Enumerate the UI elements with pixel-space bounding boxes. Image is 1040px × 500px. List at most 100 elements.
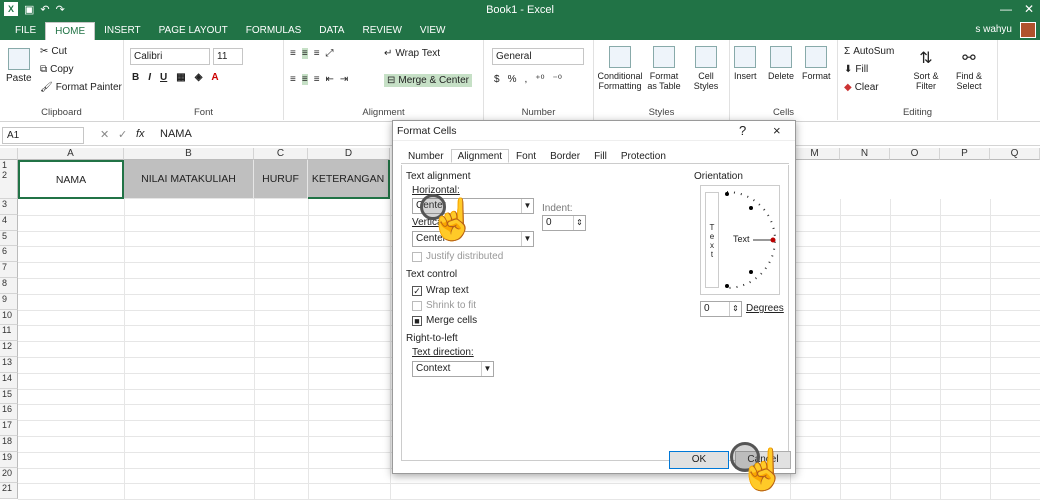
orientation-dial-icon[interactable] <box>723 190 779 290</box>
column-header-p[interactable]: P <box>940 148 990 160</box>
function-icon[interactable]: fx <box>136 128 145 140</box>
row-header[interactable]: 20 <box>0 467 18 484</box>
paste-button[interactable]: Paste <box>6 48 32 84</box>
font-color-icon[interactable]: A <box>211 72 218 83</box>
underline-icon[interactable]: U <box>160 72 167 83</box>
sort-filter-button[interactable]: ⇅ Sort & Filter <box>906 48 946 91</box>
column-header-o[interactable]: O <box>890 148 940 160</box>
row-header[interactable]: 7 <box>0 262 18 278</box>
indent-stepper[interactable]: 0 ⇕ <box>542 215 586 231</box>
column-header-q[interactable]: Q <box>990 148 1040 160</box>
tab-insert[interactable]: INSERT <box>95 22 150 40</box>
enter-formula-icon[interactable]: ✓ <box>118 128 127 141</box>
find-select-button[interactable]: ⚯ Find & Select <box>948 48 990 91</box>
row-header[interactable]: 16 <box>0 404 18 421</box>
row-header[interactable]: 21 <box>0 483 18 500</box>
fill-color-icon[interactable]: ◈ <box>195 72 203 83</box>
autosum-button[interactable]: Σ AutoSum <box>844 46 894 57</box>
font-name-select[interactable]: Calibri <box>130 48 210 65</box>
row-header[interactable]: 18 <box>0 436 18 452</box>
tab-font[interactable]: Font <box>509 149 543 163</box>
minimize-icon[interactable]: — <box>1000 2 1012 16</box>
user-name[interactable]: s wahyu <box>975 24 1012 35</box>
row-header[interactable]: 12 <box>0 341 18 357</box>
decrease-decimal-icon[interactable]: ⁻⁰ <box>553 74 562 85</box>
cell-styles-button[interactable]: Cell Styles <box>688 46 724 91</box>
align-top-icon[interactable]: ≡ <box>290 48 296 59</box>
tab-data[interactable]: DATA <box>310 22 353 40</box>
align-center-icon[interactable]: ≡ <box>301 74 308 85</box>
row-header[interactable]: 3 <box>0 199 18 215</box>
row-header[interactable]: 15 <box>0 388 18 405</box>
shrink-to-fit-checkbox[interactable]: Shrink to fit <box>412 300 476 311</box>
orientation-control[interactable]: T e x t Text <box>700 185 780 295</box>
row-header[interactable]: 9 <box>0 293 18 310</box>
column-header-m[interactable]: M <box>790 148 840 160</box>
row-header[interactable]: 6 <box>0 246 18 263</box>
column-header-b[interactable]: B <box>124 148 254 160</box>
currency-icon[interactable]: $ <box>494 74 500 85</box>
number-format-select[interactable]: General <box>492 48 584 65</box>
row-header[interactable]: 19 <box>0 451 18 468</box>
tab-border[interactable]: Border <box>543 149 587 163</box>
row-header[interactable]: 13 <box>0 357 18 373</box>
border-icon[interactable]: ▦ <box>176 72 185 83</box>
align-right-icon[interactable]: ≡ <box>314 74 320 85</box>
column-header-a[interactable]: A <box>18 148 124 160</box>
tab-file[interactable]: FILE <box>6 22 45 40</box>
orientation-icon[interactable]: ⤢ <box>326 48 334 59</box>
column-header-n[interactable]: N <box>840 148 890 160</box>
cell-a1[interactable]: NAMA <box>18 160 124 199</box>
increase-decimal-icon[interactable]: ⁺⁰ <box>535 74 544 85</box>
row-header[interactable]: 14 <box>0 372 18 389</box>
row-header[interactable]: 17 <box>0 420 18 436</box>
close-window-icon[interactable]: ✕ <box>1024 2 1034 16</box>
row-header[interactable]: 5 <box>0 230 18 247</box>
conditional-formatting-button[interactable]: Conditional Formatting <box>597 46 643 91</box>
delete-button[interactable]: Delete <box>768 46 794 81</box>
font-size-select[interactable]: 11 <box>213 48 243 65</box>
ok-button[interactable]: OK <box>669 451 729 469</box>
insert-button[interactable]: Insert <box>734 46 757 81</box>
row-header-1-2[interactable]: 12 <box>0 160 18 199</box>
merge-center-button[interactable]: ⊟ Merge & Center <box>384 74 472 87</box>
tab-fill[interactable]: Fill <box>587 149 614 163</box>
bold-icon[interactable]: B <box>132 72 139 83</box>
row-header[interactable]: 11 <box>0 325 18 342</box>
decrease-indent-icon[interactable]: ⇤ <box>326 74 334 85</box>
merge-cells-checkbox[interactable]: ■ Merge cells <box>412 315 477 326</box>
tab-view[interactable]: VIEW <box>411 22 455 40</box>
percent-icon[interactable]: % <box>508 74 517 85</box>
tab-review[interactable]: REVIEW <box>353 22 410 40</box>
tab-home[interactable]: HOME <box>45 22 96 40</box>
justify-distributed-checkbox[interactable]: Justify distributed <box>412 251 503 262</box>
wrap-text-button[interactable]: ↵ Wrap Text <box>384 48 440 59</box>
align-left-icon[interactable]: ≡ <box>290 74 296 85</box>
name-box[interactable]: A1 <box>2 127 84 144</box>
tab-alignment[interactable]: Alignment <box>450 149 510 163</box>
tab-page-layout[interactable]: PAGE LAYOUT <box>150 22 237 40</box>
cut-button[interactable]: ✂ Cut <box>40 46 67 57</box>
wrap-text-checkbox[interactable]: ✓ Wrap text <box>412 285 469 296</box>
clear-button[interactable]: ◆ Clear <box>844 82 879 93</box>
select-all-corner[interactable] <box>0 148 18 160</box>
copy-button[interactable]: ⧉ Copy <box>40 64 74 75</box>
degrees-stepper[interactable]: 0 ⇕ <box>700 301 742 317</box>
row-header[interactable]: 10 <box>0 309 18 326</box>
comma-icon[interactable]: , <box>524 74 527 85</box>
align-middle-icon[interactable]: ≡ <box>301 48 308 59</box>
formula-input[interactable]: NAMA <box>160 128 192 140</box>
avatar[interactable] <box>1020 22 1036 38</box>
column-header-c[interactable]: C <box>254 148 308 160</box>
format-painter-button[interactable]: 🖌 Format Painter <box>40 82 122 93</box>
tab-number[interactable]: Number <box>401 149 451 163</box>
format-button[interactable]: Format <box>802 46 831 81</box>
row-header[interactable]: 4 <box>0 214 18 231</box>
format-as-table-button[interactable]: Format as Table <box>644 46 684 91</box>
text-direction-select[interactable]: Context ▼ <box>412 361 494 377</box>
increase-indent-icon[interactable]: ⇥ <box>340 74 348 85</box>
column-header-d[interactable]: D <box>308 148 390 160</box>
cell-d1[interactable]: KETERANGAN <box>308 160 390 199</box>
tab-protection[interactable]: Protection <box>614 149 673 163</box>
align-bottom-icon[interactable]: ≡ <box>314 48 320 59</box>
